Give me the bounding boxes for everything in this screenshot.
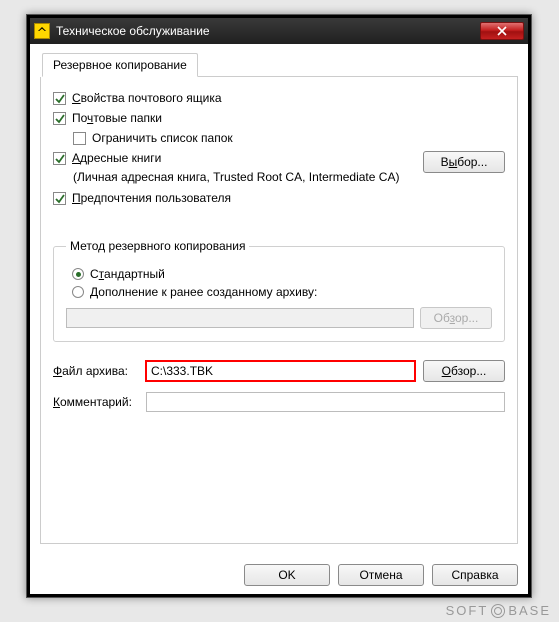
watermark-left: SOFT bbox=[446, 603, 489, 618]
address-books-desc: (Личная адресная книга, Trusted Root CA,… bbox=[73, 169, 415, 185]
tab-backup[interactable]: Резервное копирование bbox=[42, 53, 198, 77]
window-title: Техническое обслуживание bbox=[56, 24, 480, 38]
app-icon bbox=[34, 23, 50, 39]
radio-standard-row: Стандартный bbox=[72, 267, 492, 281]
archive-file-input[interactable] bbox=[146, 361, 415, 381]
titlebar: Техническое обслуживание bbox=[30, 18, 528, 44]
radio-standard[interactable] bbox=[72, 268, 84, 280]
checkbox-limit-folders-label: Ограничить список папок bbox=[92, 131, 233, 145]
append-browse-button: Обзор... bbox=[420, 307, 492, 329]
checkbox-user-prefs[interactable] bbox=[53, 192, 66, 205]
close-button[interactable] bbox=[480, 22, 524, 40]
comment-label: Комментарий: bbox=[53, 395, 138, 409]
watermark-right: BASE bbox=[508, 603, 551, 618]
close-icon bbox=[497, 26, 507, 36]
append-archive-row: Обзор... bbox=[66, 307, 492, 329]
checkbox-limit-folders-row: Ограничить список папок bbox=[73, 131, 505, 145]
checkbox-mailbox-props[interactable] bbox=[53, 92, 66, 105]
checkbox-limit-folders[interactable] bbox=[73, 132, 86, 145]
tab-strip: Резервное копирование bbox=[42, 52, 518, 77]
archive-browse-button[interactable]: Обзор... bbox=[423, 360, 505, 382]
dialog-body: Резервное копирование Свойства почтового… bbox=[30, 44, 528, 594]
checkbox-mail-folders-label: Почтовые папки bbox=[72, 111, 162, 125]
checkbox-mail-folders-row: Почтовые папки bbox=[53, 111, 505, 125]
backup-method-legend: Метод резервного копирования bbox=[66, 239, 249, 253]
help-button[interactable]: Справка bbox=[432, 564, 518, 586]
checkbox-address-books[interactable] bbox=[53, 152, 66, 165]
archive-file-row: Файл архива: Обзор... bbox=[53, 360, 505, 382]
select-folders-button[interactable]: Выбор... bbox=[423, 151, 505, 173]
address-books-row: Адресные книги (Личная адресная книга, T… bbox=[53, 151, 505, 191]
radio-append[interactable] bbox=[72, 286, 84, 298]
tab-content: Свойства почтового ящика Почтовые папки … bbox=[40, 77, 518, 544]
watermark: SOFT BASE bbox=[446, 603, 551, 618]
radio-append-row: Дополнение к ранее созданному архиву: bbox=[72, 285, 492, 299]
checkbox-address-books-label: Адресные книги bbox=[72, 151, 161, 165]
backup-method-fieldset: Метод резервного копирования Стандартный… bbox=[53, 239, 505, 342]
button-bar: OK Отмена Справка bbox=[40, 554, 518, 586]
checkbox-user-prefs-label: Предпочтения пользователя bbox=[72, 191, 231, 205]
comment-row: Комментарий: bbox=[53, 392, 505, 412]
watermark-logo-icon bbox=[491, 604, 505, 618]
cancel-button[interactable]: Отмена bbox=[338, 564, 424, 586]
checkbox-mailbox-props-label: Свойства почтового ящика bbox=[72, 91, 222, 105]
archive-file-label: Файл архива: bbox=[53, 364, 138, 378]
dialog-window: Техническое обслуживание Резервное копир… bbox=[26, 14, 532, 598]
ok-button[interactable]: OK bbox=[244, 564, 330, 586]
radio-append-label: Дополнение к ранее созданному архиву: bbox=[90, 285, 317, 299]
comment-input[interactable] bbox=[146, 392, 505, 412]
checkbox-mailbox-props-row: Свойства почтового ящика bbox=[53, 91, 505, 105]
checkbox-user-prefs-row: Предпочтения пользователя bbox=[53, 191, 505, 205]
checkbox-mail-folders[interactable] bbox=[53, 112, 66, 125]
append-archive-input bbox=[66, 308, 414, 328]
radio-standard-label: Стандартный bbox=[90, 267, 165, 281]
